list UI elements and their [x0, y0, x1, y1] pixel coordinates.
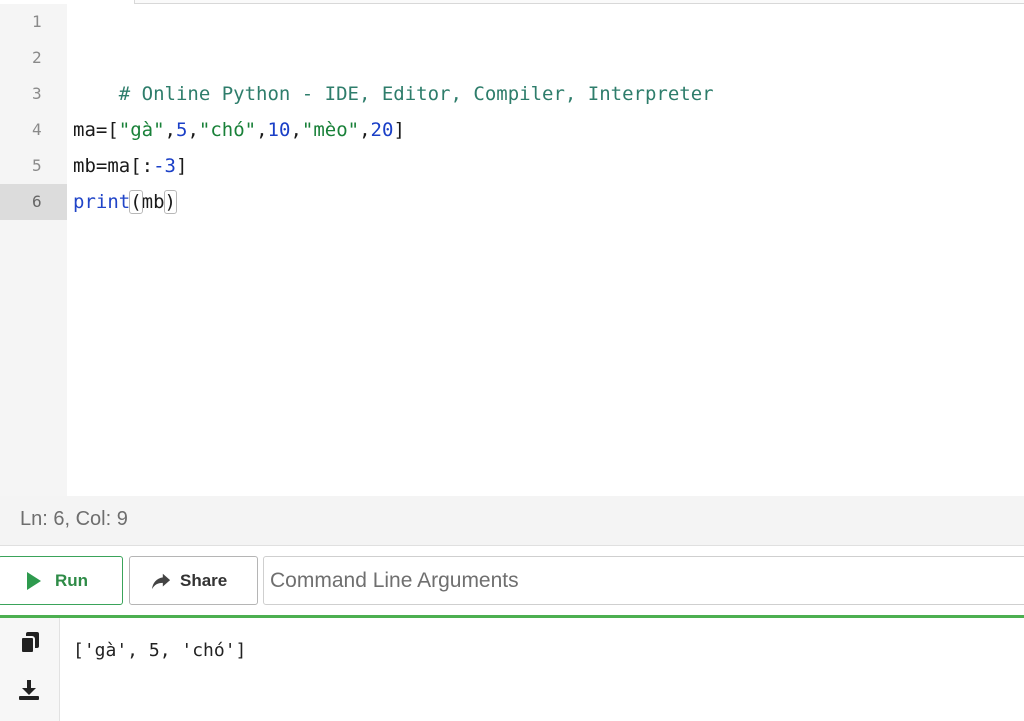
keyword-token: print: [73, 191, 131, 213]
comment-token: # Online Python - IDE, Editor, Compiler,…: [118, 83, 714, 105]
code-token: ]: [175, 155, 188, 177]
download-icon[interactable]: [17, 678, 41, 702]
line-number: 3: [32, 84, 42, 103]
code-token: mb=ma[:: [73, 155, 154, 177]
line-number-active: 6: [0, 184, 67, 220]
line-number: 1: [32, 12, 42, 31]
code-token: ,: [290, 119, 302, 141]
bracket-match: (: [129, 190, 143, 214]
number-token: 5: [175, 119, 188, 141]
output-toolbar: [0, 618, 60, 721]
code-editor[interactable]: 1 2 3 4 5 6 # Online Python - IDE, Edito…: [0, 4, 1024, 496]
share-button[interactable]: Share: [129, 556, 258, 605]
number-token: 10: [267, 119, 291, 141]
code-token: mb: [141, 191, 165, 213]
line-number-gutter: 1 2 3 4 5 6: [0, 4, 67, 496]
number-token: -3: [153, 155, 176, 177]
program-output: ['gà', 5, 'chó']: [73, 640, 247, 661]
code-token: ,: [256, 119, 268, 141]
line-number: 5: [32, 156, 42, 175]
cursor-position: Ln: 6, Col: 9: [20, 508, 128, 530]
code-token: ,: [187, 119, 199, 141]
play-icon: [27, 571, 41, 590]
code-token: ]: [393, 119, 405, 141]
spacer: [0, 546, 1024, 554]
number-token: 20: [370, 119, 394, 141]
code-token: ma=[: [73, 119, 119, 141]
editor-status-bar: Ln: 6, Col: 9: [0, 496, 1024, 546]
code-line-5[interactable]: mb=ma[:-3]: [73, 148, 187, 184]
code-token: ,: [164, 119, 176, 141]
code-line-6[interactable]: print(mb): [73, 184, 178, 220]
string-token: "gà": [118, 119, 165, 141]
command-line-arguments-input[interactable]: [263, 556, 1024, 605]
string-token: "mèo": [301, 119, 360, 141]
code-token: ,: [359, 119, 371, 141]
output-panel: ['gà', 5, 'chó']: [0, 618, 1024, 721]
copy-icon[interactable]: [19, 631, 41, 655]
run-button[interactable]: Run: [0, 556, 123, 605]
line-number: 4: [32, 120, 42, 139]
run-button-label: Run: [55, 570, 89, 590]
run-toolbar: Run Share: [0, 554, 1024, 616]
share-button-label: Share: [180, 570, 228, 590]
code-line-2[interactable]: # Online Python - IDE, Editor, Compiler,…: [73, 40, 714, 105]
string-token: "chó": [198, 119, 257, 141]
bracket-match: ): [163, 190, 178, 214]
code-line-4[interactable]: ma=["gà",5,"chó",10,"mèo",20]: [73, 112, 405, 148]
line-number: 2: [32, 48, 42, 67]
share-arrow-icon: [151, 573, 171, 589]
